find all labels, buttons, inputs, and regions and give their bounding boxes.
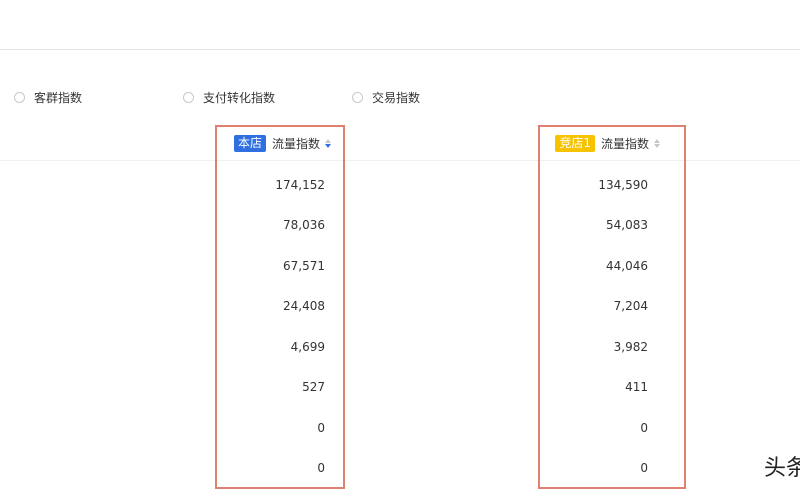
column-title[interactable]: 流量指数	[272, 135, 320, 152]
sort-toggle[interactable]	[654, 138, 662, 148]
table-cell: 134,590	[598, 178, 648, 192]
table-cell: 0	[317, 461, 325, 475]
table-cell: 44,046	[606, 259, 648, 273]
own-store-traffic-column: 本店 流量指数 174,152 78,036 67,571 24,408 4,6…	[215, 125, 345, 489]
radio-label: 交易指数	[372, 90, 421, 105]
watermark: 头条	[764, 456, 800, 481]
table-cell: 0	[317, 421, 325, 435]
radio-label: 支付转化指数	[203, 90, 276, 105]
table-cell: 174,152	[275, 178, 325, 192]
sort-toggle[interactable]	[325, 138, 333, 148]
table-cell: 24,408	[283, 299, 325, 313]
own-store-badge: 本店	[233, 134, 266, 152]
table-cell: 67,571	[283, 259, 325, 273]
table-cell: 3,982	[613, 340, 648, 354]
table-cell: 411	[625, 380, 648, 394]
radio-circle-icon[interactable]	[14, 91, 25, 103]
table-cell: 0	[640, 421, 648, 435]
table-cell: 54,083	[606, 218, 648, 232]
table-cell: 527	[302, 380, 325, 394]
sort-descending-icon	[325, 143, 331, 148]
radio-transaction-index[interactable]: 交易指数	[352, 87, 420, 107]
column-header: 本店 流量指数	[233, 134, 333, 152]
table-cell: 4,699	[290, 340, 325, 354]
radio-customer-index[interactable]: 客群指数	[14, 87, 82, 107]
column-title[interactable]: 流量指数	[601, 135, 649, 152]
top-divider	[0, 49, 800, 50]
competitor-badge: 竞店1	[555, 134, 595, 152]
sort-descending-icon	[654, 143, 660, 148]
sort-ascending-icon	[654, 138, 660, 143]
column-header: 竞店1 流量指数	[555, 134, 662, 152]
competitor-1-traffic-column: 竞店1 流量指数 134,590 54,083 44,046 7,204 3,9…	[538, 125, 686, 489]
radio-circle-icon[interactable]	[183, 91, 194, 103]
radio-label: 客群指数	[34, 90, 83, 105]
radio-circle-icon[interactable]	[352, 91, 363, 103]
radio-payment-conversion-index[interactable]: 支付转化指数	[183, 87, 275, 107]
table-cell: 78,036	[283, 218, 325, 232]
sort-ascending-icon	[325, 138, 331, 143]
table-cell: 0	[640, 461, 648, 475]
table-cell: 7,204	[613, 299, 648, 313]
